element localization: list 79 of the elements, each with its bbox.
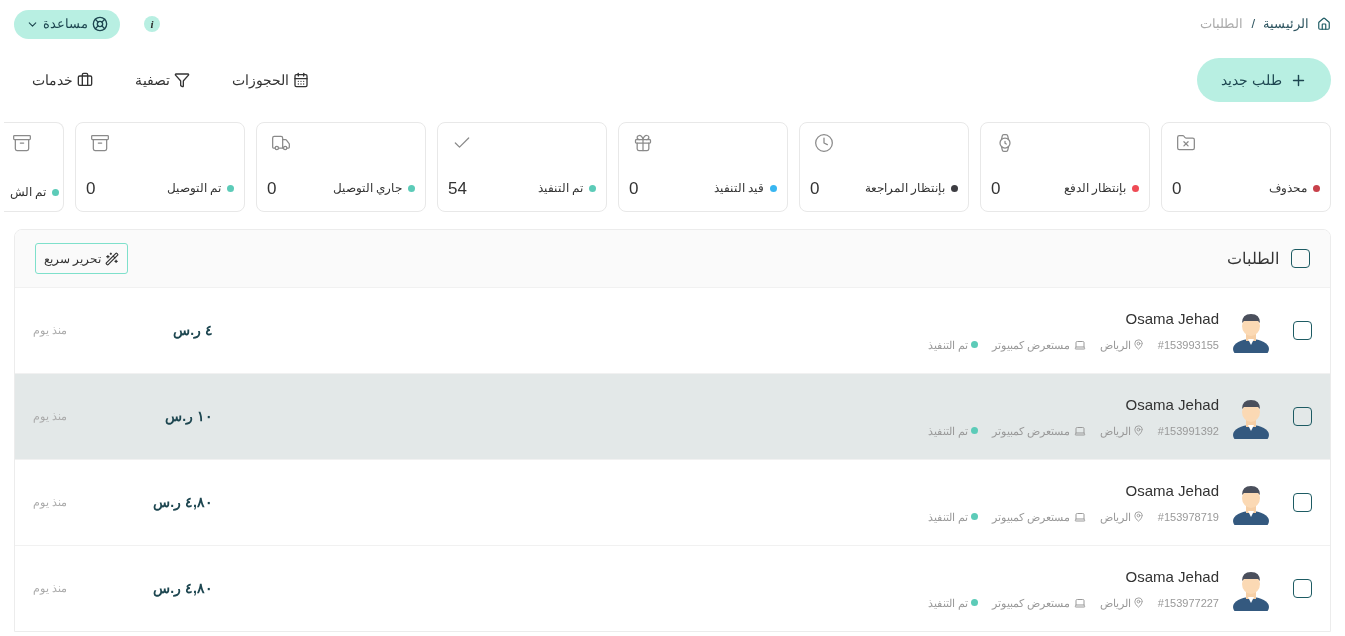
customer-name: Osama Jehad bbox=[1124, 309, 1219, 329]
map-pin-icon bbox=[1132, 425, 1144, 437]
order-number: #153978719 bbox=[1157, 509, 1219, 525]
status-label: تم الش bbox=[9, 184, 46, 201]
order-time: منذ يوم bbox=[33, 581, 69, 597]
truck-icon bbox=[271, 133, 291, 153]
order-time: منذ يوم bbox=[33, 495, 69, 511]
laptop-icon bbox=[1073, 510, 1086, 523]
order-time: منذ يوم bbox=[33, 409, 69, 425]
new-order-button[interactable]: طلب جديد bbox=[1197, 58, 1331, 102]
clock-icon bbox=[814, 133, 834, 153]
lifebuoy-icon bbox=[92, 16, 108, 32]
order-time: منذ يوم bbox=[33, 323, 69, 339]
status-label: جاري التوصيل bbox=[332, 180, 402, 198]
map-pin-icon bbox=[1132, 597, 1144, 609]
filter-icon bbox=[174, 72, 190, 88]
archive-icon bbox=[90, 133, 110, 153]
archive-icon bbox=[12, 133, 32, 153]
status-label: تم التنفيذ bbox=[537, 180, 583, 198]
status-count: 0 bbox=[86, 177, 96, 200]
home-icon[interactable] bbox=[1317, 17, 1331, 31]
order-source: مستعرض كمبيوتر bbox=[991, 509, 1070, 525]
gift-icon bbox=[633, 133, 653, 153]
row-checkbox[interactable] bbox=[1293, 321, 1312, 340]
breadcrumb-item[interactable]: الرئيسية bbox=[1263, 14, 1309, 34]
folder-x-icon bbox=[1176, 133, 1196, 153]
laptop-icon bbox=[1073, 338, 1086, 351]
order-status: تم التنفيذ bbox=[927, 595, 968, 611]
status-count: 0 bbox=[991, 177, 1001, 200]
order-source: مستعرض كمبيوتر bbox=[991, 423, 1070, 439]
order-source: مستعرض كمبيوتر bbox=[991, 595, 1070, 611]
breadcrumb-item[interactable]: / bbox=[1251, 14, 1255, 34]
status-label: تم التوصيل bbox=[166, 180, 221, 198]
map-pin-icon bbox=[1132, 511, 1144, 523]
status-count: 54 bbox=[448, 177, 467, 200]
status-label: بإنتظار الدفع bbox=[1063, 180, 1126, 198]
status-count: 0 bbox=[267, 177, 277, 200]
help-button[interactable]: مساعدة bbox=[14, 9, 120, 39]
customer-name: Osama Jehad bbox=[1124, 395, 1219, 415]
order-number: #153991392 bbox=[1157, 423, 1219, 439]
status-card[interactable]: تم الش bbox=[4, 122, 64, 212]
order-number: #153977227 bbox=[1157, 595, 1219, 611]
status-count: 0 bbox=[1172, 177, 1182, 200]
toolbar-button[interactable]: الحجوزات bbox=[232, 69, 309, 91]
order-amount: ٤,٨٠ ر.س bbox=[152, 579, 213, 599]
order-amount: ١٠ ر.س bbox=[164, 407, 213, 427]
toolbar-button[interactable]: خدمات bbox=[32, 69, 93, 91]
orders-title: الطلبات bbox=[1227, 248, 1279, 269]
laptop-icon bbox=[1073, 424, 1086, 437]
status-count: 0 bbox=[810, 177, 820, 200]
select-all-checkbox[interactable] bbox=[1291, 249, 1310, 268]
laptop-icon bbox=[1073, 596, 1086, 609]
row-checkbox[interactable] bbox=[1293, 579, 1312, 598]
order-number: #153993155 bbox=[1157, 337, 1219, 353]
order-amount: ٤ ر.س bbox=[172, 321, 213, 341]
status-label: محذوف bbox=[1269, 180, 1307, 198]
calendar-icon bbox=[293, 72, 309, 88]
status-label: قيد التنفيذ bbox=[713, 180, 764, 198]
order-city: الرياض bbox=[1099, 595, 1131, 611]
order-status: تم التنفيذ bbox=[927, 423, 968, 439]
order-city: الرياض bbox=[1099, 337, 1131, 353]
order-status: تم التنفيذ bbox=[927, 337, 968, 353]
order-city: الرياض bbox=[1099, 423, 1131, 439]
order-amount: ٤,٨٠ ر.س bbox=[152, 493, 213, 513]
customer-name: Osama Jehad bbox=[1124, 567, 1219, 587]
row-checkbox[interactable] bbox=[1293, 407, 1312, 426]
order-city: الرياض bbox=[1099, 509, 1131, 525]
toolbar-button[interactable]: تصفية bbox=[135, 69, 190, 91]
order-status: تم التنفيذ bbox=[927, 509, 968, 525]
info-badge[interactable]: i bbox=[144, 16, 160, 32]
magic-wand-icon bbox=[105, 251, 120, 266]
order-source: مستعرض كمبيوتر bbox=[991, 337, 1070, 353]
briefcase-icon bbox=[77, 72, 93, 88]
customer-name: Osama Jehad bbox=[1124, 481, 1219, 501]
status-label: بإنتظار المراجعة bbox=[864, 180, 945, 198]
quick-edit-button[interactable]: تحرير سريع bbox=[35, 243, 129, 274]
status-count: 0 bbox=[629, 177, 639, 200]
map-pin-icon bbox=[1132, 339, 1144, 351]
row-checkbox[interactable] bbox=[1293, 493, 1312, 512]
